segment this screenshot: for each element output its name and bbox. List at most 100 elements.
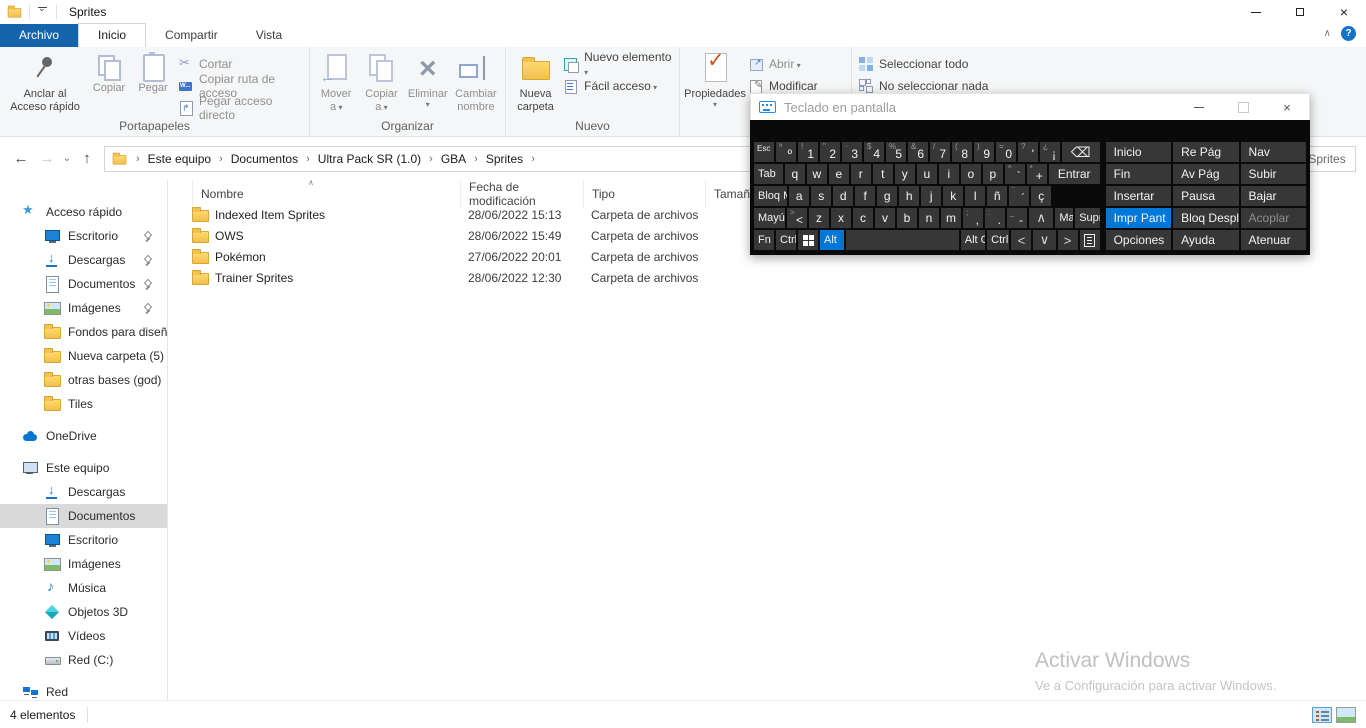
rename-button[interactable]: Cambiar nombre xyxy=(451,49,501,119)
key-´[interactable]: ¨´ xyxy=(1009,186,1029,206)
key-c[interactable]: c xyxy=(853,208,873,228)
key-f[interactable]: f xyxy=(855,186,875,206)
close-button[interactable]: × xyxy=(1322,0,1366,24)
sidebar-item[interactable]: Red (C:) xyxy=(0,648,167,672)
key-x[interactable]: x xyxy=(831,208,851,228)
sidebar-item[interactable]: Tiles xyxy=(0,392,167,416)
sidebar-item[interactable]: otras bases (god) xyxy=(0,368,167,392)
key-Insertar[interactable]: Insertar xyxy=(1106,186,1171,206)
key-u[interactable]: u xyxy=(917,164,937,184)
sidebar-item[interactable]: Este equipo xyxy=(0,456,167,480)
paste-button[interactable]: Pegar xyxy=(132,49,174,119)
pin-to-quick-access-button[interactable]: Anclar al Acceso rápido xyxy=(4,49,86,119)
key-Alt[interactable]: Alt xyxy=(820,230,844,250)
key-y[interactable]: y xyxy=(895,164,915,184)
sidebar-item[interactable]: OneDrive xyxy=(0,424,167,448)
sidebar-item[interactable]: Escritorio xyxy=(0,528,167,552)
key-,[interactable]: ;, xyxy=(963,208,983,228)
osk-minimize-button[interactable] xyxy=(1177,94,1221,120)
key->[interactable]: > xyxy=(1058,230,1078,250)
key-Alt Gr[interactable]: Alt Gr xyxy=(961,230,985,250)
backspace-key[interactable]: ⌫ xyxy=(1062,142,1100,162)
minimize-button[interactable] xyxy=(1234,0,1278,24)
breadcrumb-item[interactable]: Documentos xyxy=(229,152,300,166)
key-Ctrl[interactable]: Ctrl xyxy=(987,230,1009,250)
sidebar-item[interactable]: Red xyxy=(0,680,167,700)
sidebar-item[interactable]: Acceso rápido xyxy=(0,200,167,224)
sidebar-item[interactable]: Fondos para diseños, xyxy=(0,320,167,344)
breadcrumb-item[interactable]: Ultra Pack SR (1.0) xyxy=(316,152,423,166)
key-`[interactable]: ^` xyxy=(1005,164,1025,184)
large-icons-view-icon[interactable] xyxy=(1336,707,1356,723)
key-Ayuda[interactable]: Ayuda xyxy=(1173,230,1238,250)
key-1[interactable]: !1 xyxy=(798,142,818,162)
key-p[interactable]: p xyxy=(983,164,1003,184)
forward-icon[interactable]: → xyxy=(34,150,60,167)
key-Mayús[interactable]: Mayús xyxy=(754,208,785,228)
key-Av Pág[interactable]: Av Pág xyxy=(1173,164,1238,184)
paste-shortcut-button[interactable]: Pegar acceso directo xyxy=(178,97,304,119)
key-z[interactable]: z xyxy=(809,208,829,228)
key-7[interactable]: /7 xyxy=(930,142,950,162)
key-8[interactable]: (8 xyxy=(952,142,972,162)
key-Pausa[interactable]: Pausa xyxy=(1173,186,1238,206)
key-Bloq M[interactable]: Bloq M xyxy=(754,186,787,206)
key-j[interactable]: j xyxy=(921,186,941,206)
copy-to-button[interactable]: Copiar a xyxy=(358,49,404,119)
tab-inicio[interactable]: Inicio xyxy=(78,23,146,47)
key-2[interactable]: "2 xyxy=(820,142,840,162)
copy-button[interactable]: Copiar xyxy=(86,49,132,119)
menu-key[interactable] xyxy=(1080,230,1100,250)
key-Bajar[interactable]: Bajar xyxy=(1241,186,1306,206)
key-.[interactable]: :. xyxy=(985,208,1005,228)
tab-compartir[interactable]: Compartir xyxy=(146,24,237,47)
key-<[interactable]: < xyxy=(1011,230,1031,250)
key-Fin[interactable]: Fin xyxy=(1106,164,1171,184)
osk-close-button[interactable]: × xyxy=(1265,94,1309,120)
key-l[interactable]: l xyxy=(965,186,985,206)
open-button[interactable]: Abrir xyxy=(748,53,846,75)
key-v[interactable]: v xyxy=(875,208,895,228)
breadcrumb-separator-icon[interactable]: › xyxy=(468,153,484,165)
collapse-ribbon-icon[interactable]: ∧ xyxy=(1324,28,1331,39)
key-t[interactable]: t xyxy=(873,164,893,184)
key-ñ[interactable]: ñ xyxy=(987,186,1007,206)
move-to-button[interactable]: ← Mover a xyxy=(314,49,358,119)
key-Re Pág[interactable]: Re Pág xyxy=(1173,142,1238,162)
key-Mayús[interactable]: Mayús xyxy=(1055,208,1073,228)
key-Nav[interactable]: Nav xyxy=(1241,142,1306,162)
sidebar-item[interactable]: Nueva carpeta (5) xyxy=(0,344,167,368)
sidebar-item[interactable]: Imágenes xyxy=(0,296,167,320)
sidebar-item[interactable]: Documentos xyxy=(0,272,167,296)
key-Subir[interactable]: Subir xyxy=(1241,164,1306,184)
key-4[interactable]: $4 xyxy=(864,142,884,162)
key-Atenuar[interactable]: Atenuar xyxy=(1241,230,1306,250)
key-0[interactable]: =0 xyxy=(996,142,1016,162)
delete-button[interactable]: × Eliminar xyxy=(405,49,451,119)
key-3[interactable]: ·3 xyxy=(842,142,862,162)
key-Esc[interactable]: Esc xyxy=(754,142,774,162)
breadcrumb-item[interactable]: GBA xyxy=(439,152,468,166)
tab-vista[interactable]: Vista xyxy=(237,24,301,47)
column-header-fecha[interactable]: Fecha de modificación xyxy=(460,180,583,208)
key-ç[interactable]: ç xyxy=(1031,186,1051,206)
details-view-icon[interactable] xyxy=(1312,707,1332,723)
breadcrumb-separator-icon[interactable]: › xyxy=(525,153,541,165)
key-Inicio[interactable]: Inicio xyxy=(1106,142,1171,162)
key-o[interactable]: o xyxy=(961,164,981,184)
key-9[interactable]: )9 xyxy=(974,142,994,162)
key-e[interactable]: e xyxy=(829,164,849,184)
help-icon[interactable]: ? xyxy=(1341,26,1356,41)
windows-key[interactable] xyxy=(798,230,818,250)
breadcrumb-item[interactable]: Sprites xyxy=(484,152,525,166)
key--[interactable]: _- xyxy=(1007,208,1027,228)
back-icon[interactable]: ← xyxy=(8,150,34,167)
key-Opciones[interactable]: Opciones xyxy=(1106,230,1171,250)
tab-archivo[interactable]: Archivo xyxy=(0,24,78,47)
breadcrumb-separator-icon[interactable]: › xyxy=(423,153,439,165)
breadcrumb-separator-icon[interactable]: › xyxy=(213,153,229,165)
key-m[interactable]: m xyxy=(941,208,961,228)
key-∨[interactable]: ∨ xyxy=(1033,230,1055,250)
key-'[interactable]: ?' xyxy=(1018,142,1038,162)
recent-locations-icon[interactable]: ⌄ xyxy=(60,153,74,164)
